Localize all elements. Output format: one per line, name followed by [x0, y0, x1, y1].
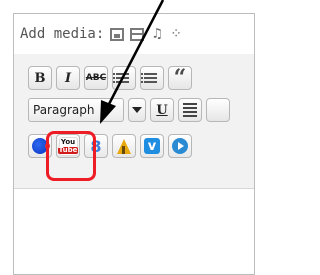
arrow-head: [100, 100, 116, 124]
pointer-arrow: [100, 0, 165, 124]
arrow-shaft: [106, 0, 165, 107]
